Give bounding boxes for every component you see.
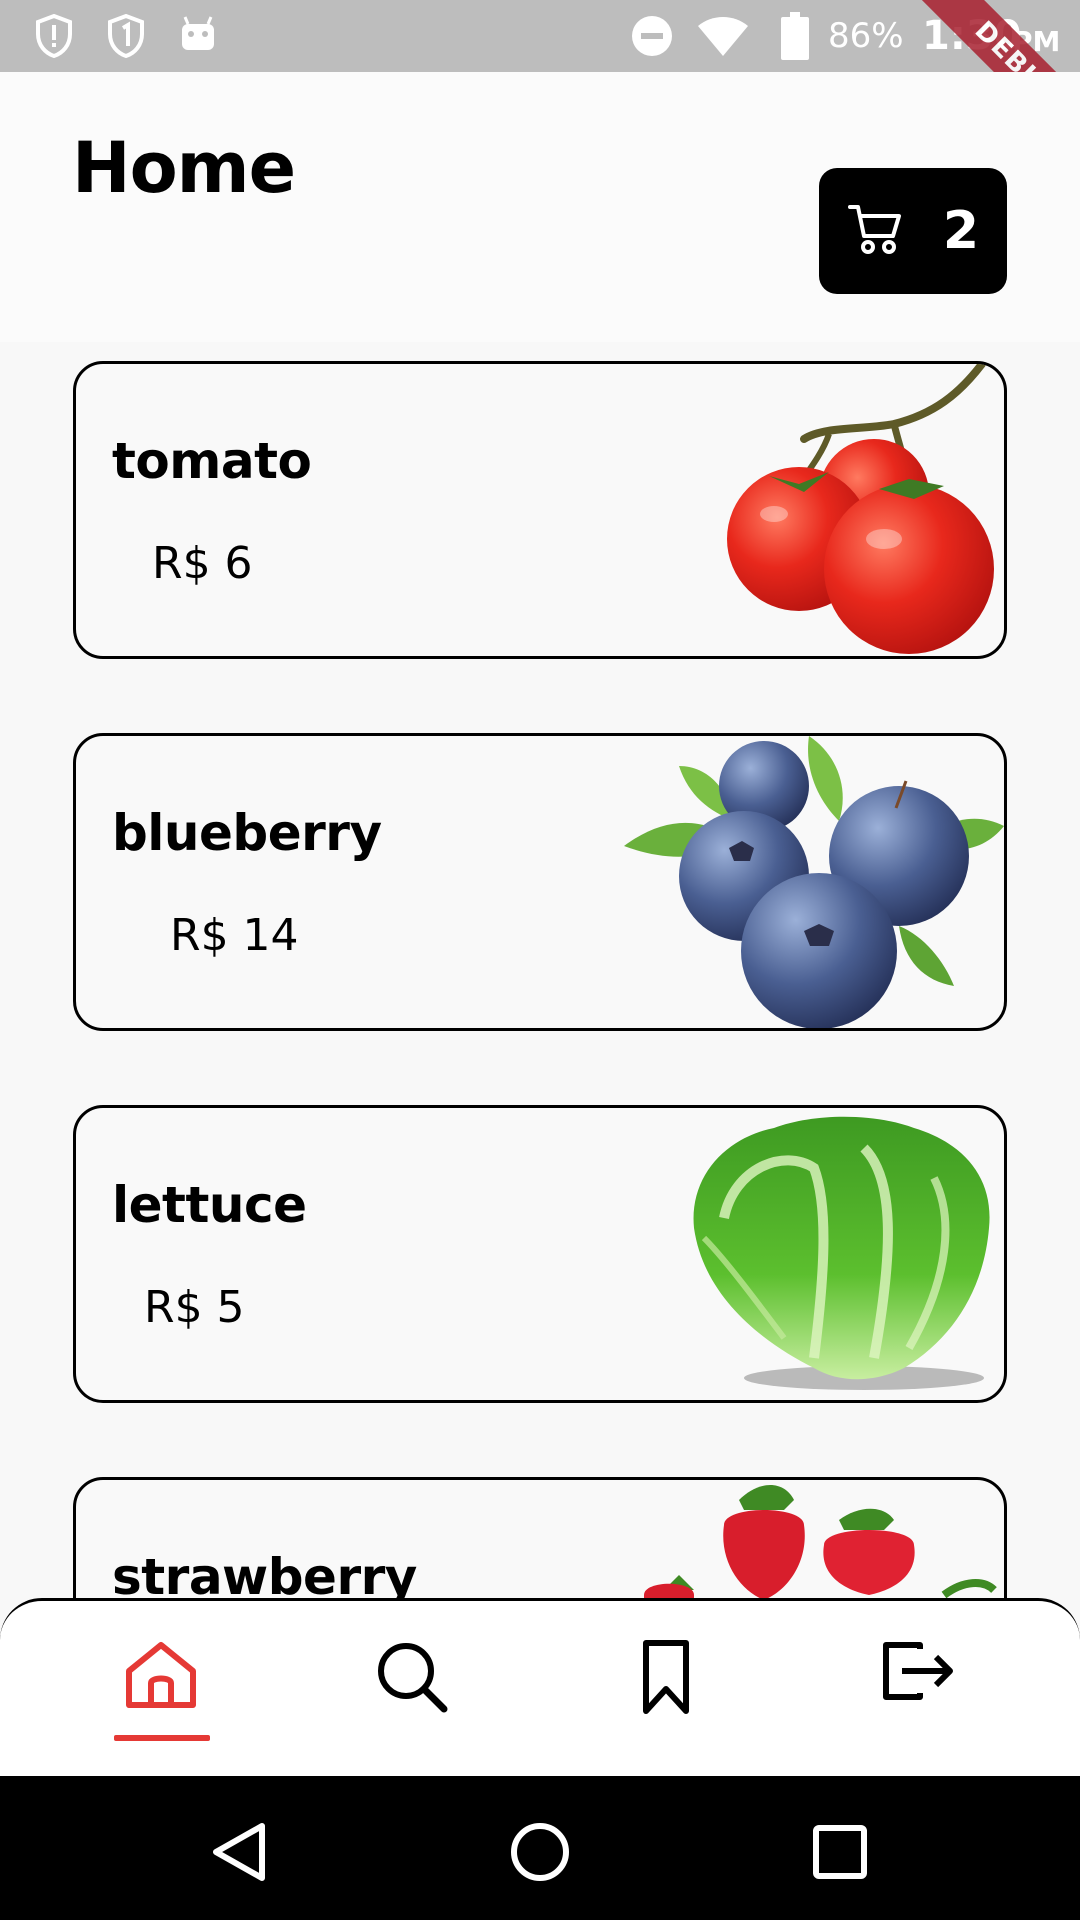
product-price: R$ 5	[144, 1282, 245, 1333]
product-price: R$ 14	[170, 910, 299, 961]
status-bar: 86% 1:30 PM	[0, 0, 1080, 72]
blueberry-image	[624, 736, 1004, 1028]
shield-one-icon	[106, 14, 146, 58]
tomato-image	[727, 364, 994, 654]
wifi-icon	[696, 14, 750, 58]
back-icon[interactable]	[200, 1812, 280, 1892]
do-not-disturb-icon	[630, 14, 674, 58]
search-icon	[374, 1639, 450, 1719]
shield-alert-icon	[34, 14, 74, 58]
product-price: R$ 6	[152, 538, 253, 589]
product-card-tomato[interactable]: tomato R$ 6	[73, 361, 1007, 659]
home-circle-icon[interactable]	[500, 1812, 580, 1892]
cart-count: 2	[942, 201, 979, 261]
cart-button[interactable]: 2	[819, 168, 1007, 294]
home-icon	[123, 1639, 199, 1715]
product-card-blueberry[interactable]: blueberry R$ 14	[73, 733, 1007, 1031]
screen: 86% 1:30 PM DEBUG Home 2 tomato R$ 6	[0, 0, 1080, 1920]
product-card-lettuce[interactable]: lettuce R$ 5	[73, 1105, 1007, 1403]
product-name: blueberry	[112, 804, 382, 862]
product-name: lettuce	[112, 1176, 307, 1234]
lettuce-image	[693, 1116, 990, 1390]
cart-icon	[847, 202, 903, 260]
bookmark-icon	[641, 1639, 691, 1719]
nav-home[interactable]	[106, 1639, 216, 1739]
recents-icon[interactable]	[800, 1812, 880, 1892]
system-nav-bar	[0, 1776, 1080, 1920]
bottom-nav	[0, 1598, 1080, 1776]
page-title: Home	[72, 127, 296, 209]
product-name: tomato	[112, 432, 312, 490]
battery-icon	[780, 12, 810, 60]
nav-active-indicator	[114, 1735, 210, 1741]
nav-bookmark[interactable]	[611, 1639, 721, 1739]
android-icon	[178, 14, 218, 58]
nav-logout[interactable]	[863, 1639, 973, 1739]
battery-percent: 86%	[828, 16, 904, 56]
logout-icon	[880, 1639, 956, 1707]
nav-search[interactable]	[357, 1639, 467, 1739]
